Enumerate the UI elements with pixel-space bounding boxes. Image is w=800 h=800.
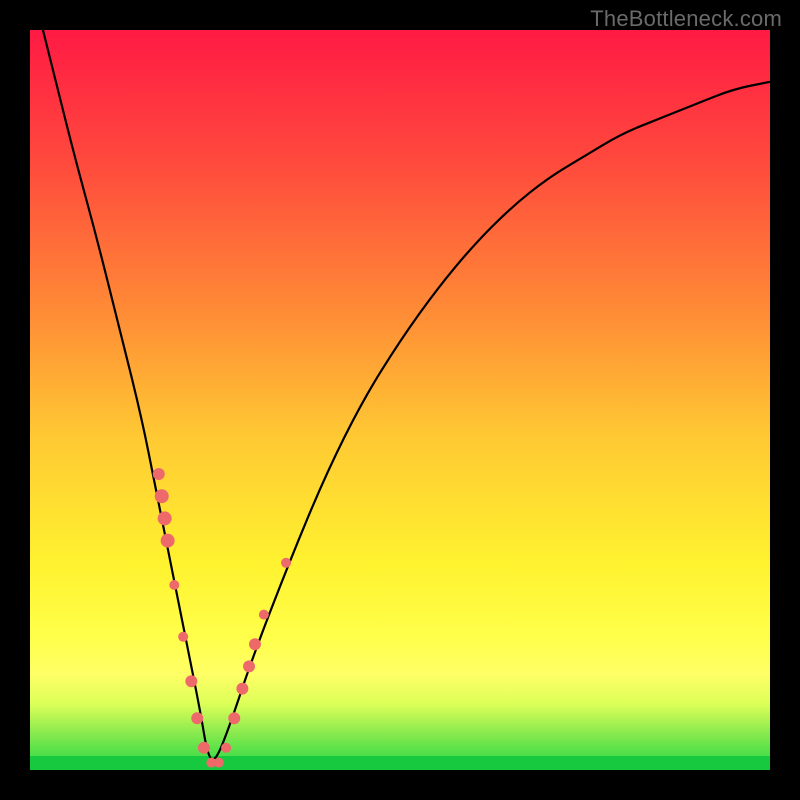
data-marker <box>161 534 175 548</box>
data-marker <box>185 675 197 687</box>
bottleneck-chart-svg <box>30 30 770 770</box>
data-marker <box>236 683 248 695</box>
data-marker <box>221 743 231 753</box>
data-marker <box>243 660 255 672</box>
data-marker <box>249 638 261 650</box>
data-marker <box>281 558 291 568</box>
data-marker <box>153 468 165 480</box>
data-marker <box>169 580 179 590</box>
data-markers-group <box>153 468 291 768</box>
data-marker <box>191 712 203 724</box>
data-marker <box>228 712 240 724</box>
data-marker <box>214 758 224 768</box>
data-marker <box>259 610 269 620</box>
data-marker <box>155 489 169 503</box>
data-marker <box>178 632 188 642</box>
data-marker <box>198 742 210 754</box>
bottleneck-curve <box>30 0 770 760</box>
watermark-text: TheBottleneck.com <box>590 6 782 32</box>
chart-plot-area <box>30 30 770 770</box>
data-marker <box>158 511 172 525</box>
